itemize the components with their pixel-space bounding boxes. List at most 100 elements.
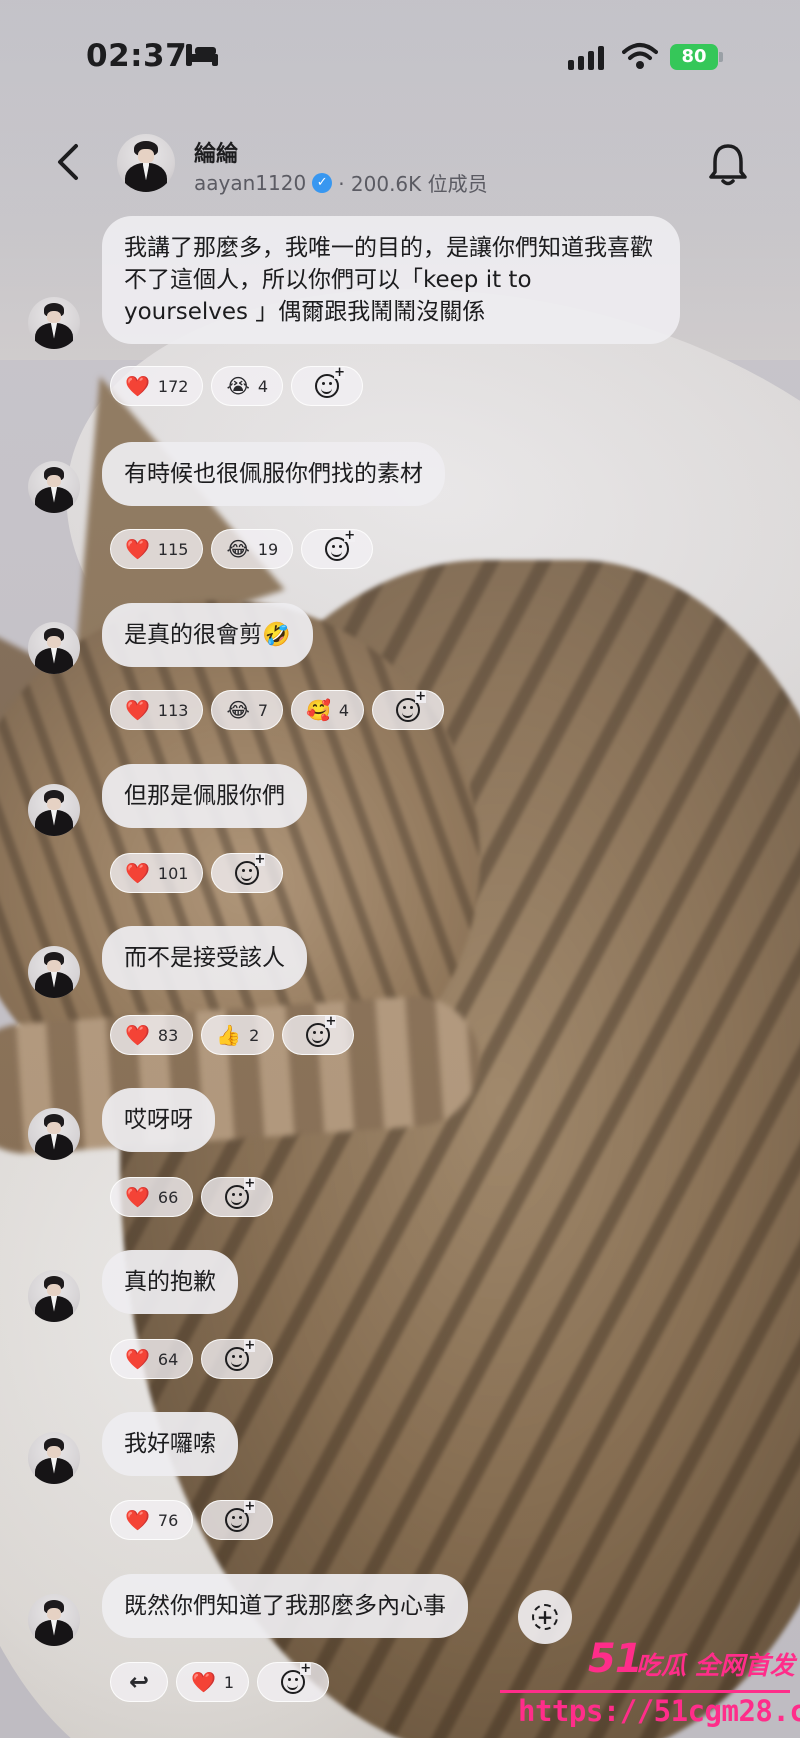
reaction-heart[interactable]: ❤️ 172 <box>110 366 204 406</box>
add-reaction-button[interactable]: + <box>372 690 445 730</box>
message-avatar[interactable] <box>28 1270 80 1322</box>
message-avatar[interactable] <box>28 1108 80 1160</box>
battery-nub <box>719 52 723 62</box>
add-reaction-icon: + <box>315 366 346 398</box>
crying-emoji: 😭 <box>226 374 250 398</box>
heart-emoji: ❤️ <box>125 698 150 722</box>
add-reaction-icon: + <box>235 853 266 885</box>
channel-avatar[interactable] <box>117 134 175 192</box>
add-reaction-button[interactable]: + <box>257 1662 330 1702</box>
reaction-heart[interactable]: ❤️ 101 <box>110 853 204 893</box>
verified-badge-icon: ✓ <box>312 172 333 193</box>
thumbs-up-emoji: 👍 <box>216 1023 242 1047</box>
reaction-laughing[interactable]: 😂 7 <box>211 690 284 730</box>
message-avatar[interactable] <box>28 622 80 674</box>
message-avatar[interactable] <box>28 297 80 349</box>
reaction-heart[interactable]: ❤️ 115 <box>110 529 204 569</box>
reaction-laughing[interactable]: 😂 19 <box>211 529 294 569</box>
reaction-crying[interactable]: 😭 4 <box>211 366 284 406</box>
heart-emoji: ❤️ <box>125 861 150 885</box>
message-bubble[interactable]: 哎呀呀 <box>102 1088 215 1152</box>
message-avatar[interactable] <box>28 1594 80 1646</box>
cellular-signal-icon <box>568 46 608 70</box>
reaction-heart[interactable]: ❤️ 66 <box>110 1177 194 1217</box>
reaction-row: ❤️ 115 😂 19 + <box>110 529 374 569</box>
heart-emoji: ❤️ <box>125 1347 150 1371</box>
back-arrow-icon[interactable] <box>48 140 88 184</box>
add-reaction-icon: + <box>225 1500 256 1532</box>
reaction-thumbs-up[interactable]: 👍 2 <box>201 1015 275 1055</box>
message-bubble[interactable]: 我好囉嗦 <box>102 1412 238 1476</box>
reaction-heart[interactable]: ❤️ 83 <box>110 1015 194 1055</box>
watermark-brand: 吃瓜 全网首发 <box>636 1651 795 1680</box>
reaction-count: 64 <box>157 1349 179 1369</box>
add-reaction-icon: + <box>225 1339 256 1371</box>
reaction-count: 101 <box>157 863 189 883</box>
add-reaction-button[interactable]: + <box>201 1500 274 1540</box>
notification-bell-icon[interactable] <box>706 140 750 188</box>
heart-emoji: ❤️ <box>125 1023 150 1047</box>
heart-emoji: ❤️ <box>191 1670 216 1694</box>
reaction-count: 1 <box>223 1672 235 1692</box>
channel-name[interactable]: 綸綸 <box>194 136 238 168</box>
message-bubble[interactable]: 但那是佩服你們 <box>102 764 307 828</box>
message-bubble[interactable]: 是真的很會剪🤣 <box>102 603 313 667</box>
reaction-heart[interactable]: ❤️ 76 <box>110 1500 194 1540</box>
reaction-count: 4 <box>338 700 350 720</box>
laughing-emoji: 😂 <box>226 537 250 561</box>
reaction-count: 7 <box>257 700 269 720</box>
reaction-row: ❤️ 76 + <box>110 1500 274 1540</box>
battery-indicator: 80 <box>670 44 718 70</box>
add-reaction-icon: + <box>306 1015 337 1047</box>
add-reaction-icon: + <box>281 1662 312 1694</box>
reply-button[interactable]: ↩ <box>110 1662 168 1702</box>
message-avatar[interactable] <box>28 461 80 513</box>
message-avatar[interactable] <box>28 784 80 836</box>
add-reaction-button[interactable]: + <box>291 366 364 406</box>
add-reaction-icon: + <box>396 690 427 722</box>
wifi-icon <box>622 43 658 69</box>
channel-header: 綸綸 aayan1120 ✓ · 200.6K 位成员 <box>0 118 800 208</box>
channel-subtitle: aayan1120 ✓ · 200.6K 位成员 <box>194 168 488 197</box>
reaction-hearts-face[interactable]: 🥰 4 <box>291 690 365 730</box>
status-bar: 02:37 80 <box>0 0 800 110</box>
reaction-heart[interactable]: ❤️ 113 <box>110 690 204 730</box>
add-circle-icon: + <box>532 1604 558 1630</box>
reaction-row: ❤️ 64 + <box>110 1339 274 1379</box>
reaction-row: ❤️ 113 😂 7 🥰 4 + <box>110 690 445 730</box>
status-time: 02:37 <box>86 38 188 74</box>
reply-arrow-icon: ↩ <box>128 1668 150 1696</box>
message-bubble[interactable]: 真的抱歉 <box>102 1250 238 1314</box>
reaction-row: ❤️ 83 👍 2 + <box>110 1015 355 1055</box>
add-reaction-icon: + <box>225 1177 256 1209</box>
heart-emoji: ❤️ <box>125 1508 150 1532</box>
reaction-row: ❤️ 172 😭 4 + <box>110 366 364 406</box>
reaction-heart[interactable]: ❤️ 1 <box>176 1662 250 1702</box>
reaction-heart[interactable]: ❤️ 64 <box>110 1339 194 1379</box>
heart-emoji: ❤️ <box>125 374 150 398</box>
message-bubble[interactable]: 既然你們知道了我那麼多內心事 <box>102 1574 468 1638</box>
reaction-count: 113 <box>157 700 189 720</box>
add-reaction-circle-button[interactable]: + <box>518 1590 572 1644</box>
message-avatar[interactable] <box>28 946 80 998</box>
reaction-count: 172 <box>157 376 189 396</box>
add-reaction-button[interactable]: + <box>201 1177 274 1217</box>
heart-emoji: ❤️ <box>125 537 150 561</box>
reaction-count: 19 <box>257 539 279 559</box>
message-bubble[interactable]: 我講了那麼多，我唯一的目的，是讓你們知道我喜歡不了這個人，所以你們可以「keep… <box>102 216 680 344</box>
reaction-row: ❤️ 101 + <box>110 853 284 893</box>
add-reaction-button[interactable]: + <box>282 1015 355 1055</box>
reaction-count: 2 <box>249 1025 260 1045</box>
member-count: · 200.6K 位成员 <box>338 172 488 196</box>
laughing-emoji: 😂 <box>226 698 250 722</box>
add-reaction-button[interactable]: + <box>301 529 374 569</box>
reaction-row: ↩ ❤️ 1 + <box>110 1662 330 1702</box>
watermark-url: https://51cgm28.com <box>518 1694 800 1728</box>
add-reaction-button[interactable]: + <box>211 853 284 893</box>
add-reaction-button[interactable]: + <box>201 1339 274 1379</box>
reaction-row: ❤️ 66 + <box>110 1177 274 1217</box>
reaction-count: 115 <box>157 539 189 559</box>
message-bubble[interactable]: 而不是接受該人 <box>102 926 307 990</box>
message-bubble[interactable]: 有時候也很佩服你們找的素材 <box>102 442 445 506</box>
message-avatar[interactable] <box>28 1432 80 1484</box>
